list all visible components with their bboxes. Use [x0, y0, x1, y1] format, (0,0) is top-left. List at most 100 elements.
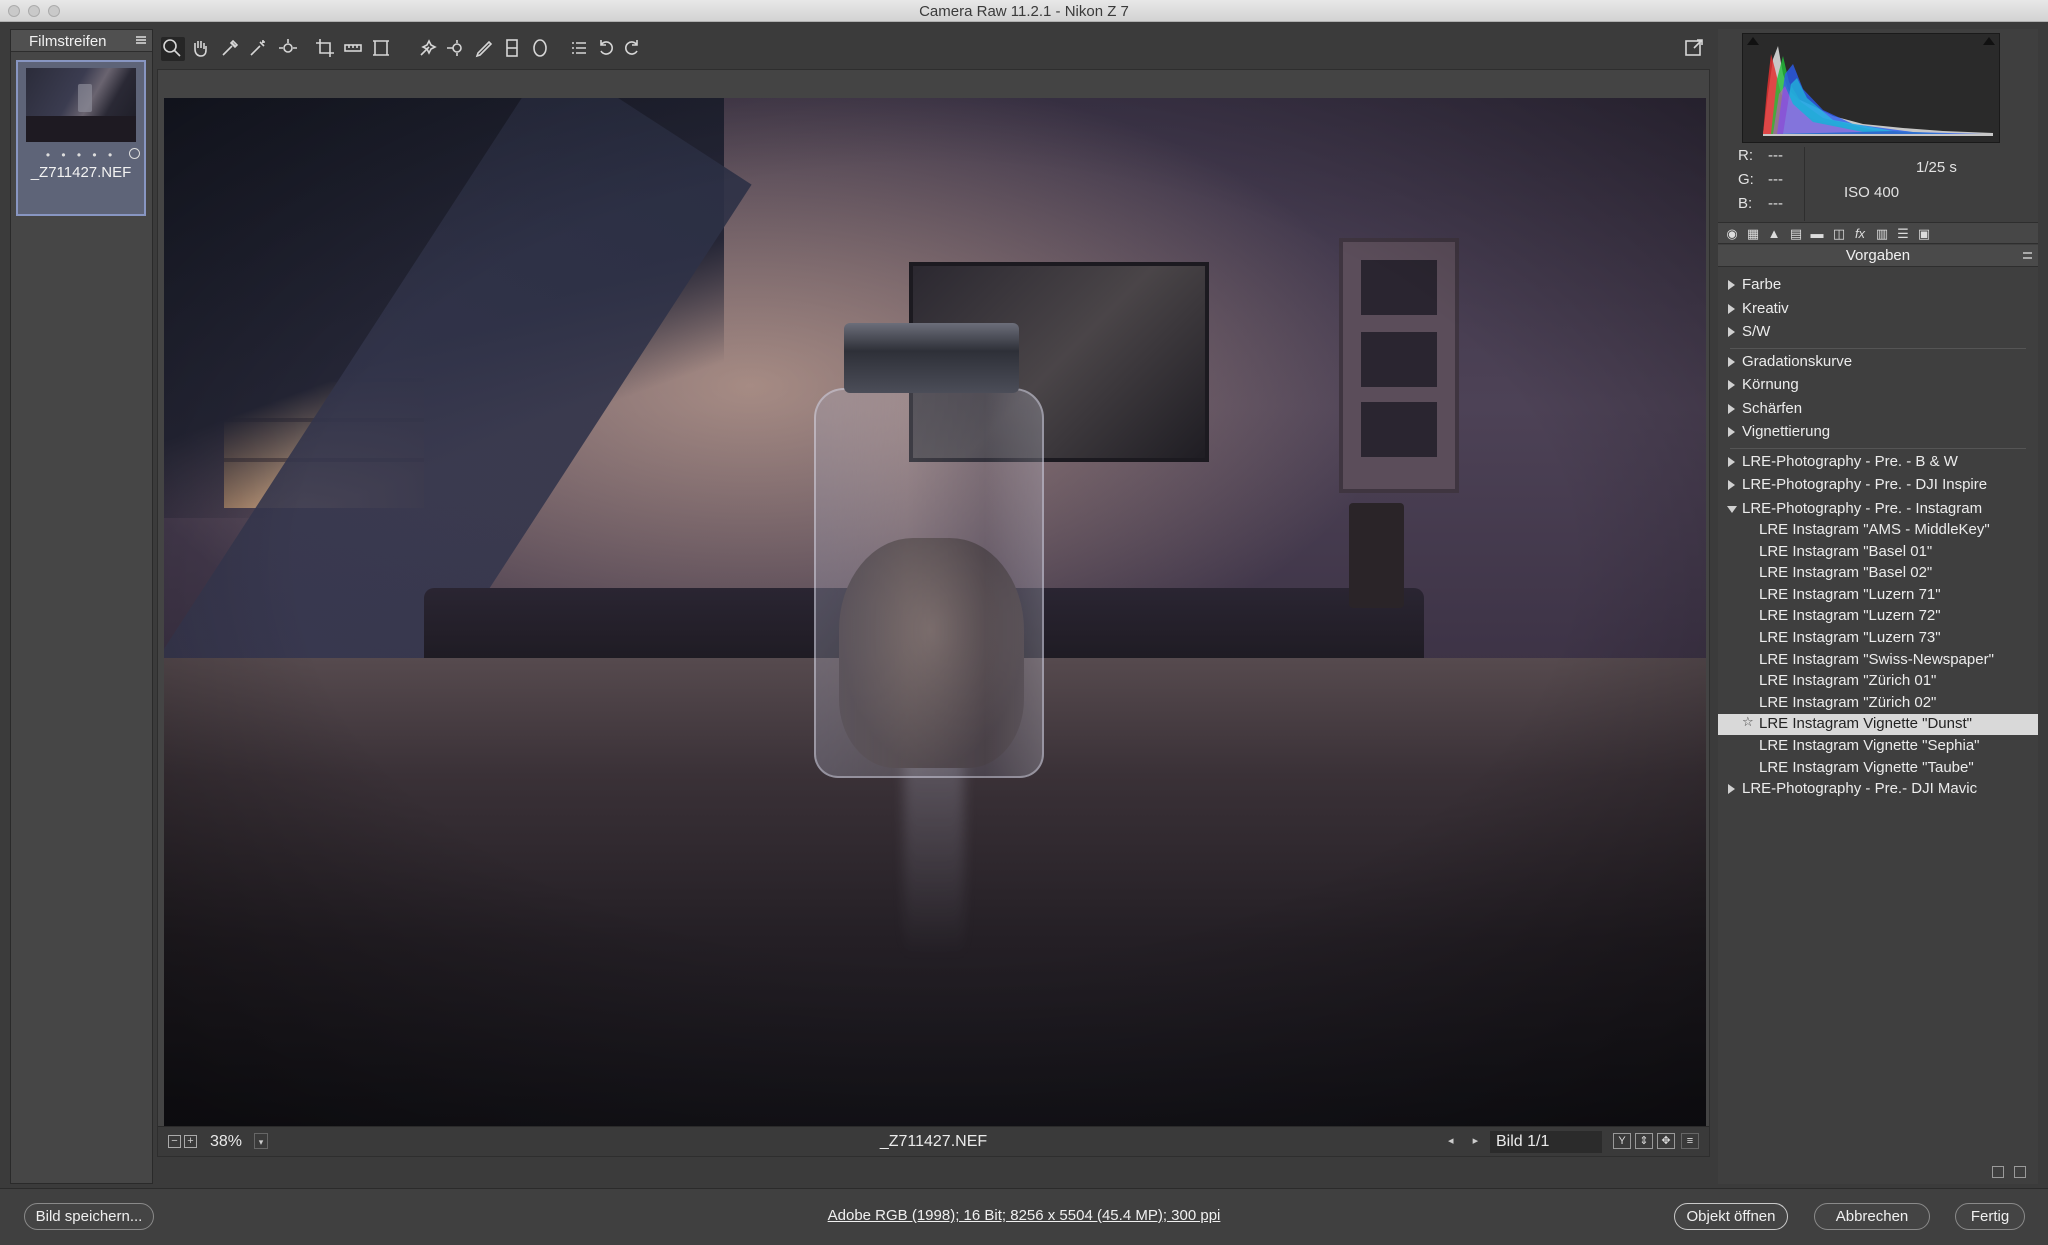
presets-icon[interactable]: ☰: [1895, 226, 1911, 242]
color-sampler-tool-icon[interactable]: [247, 37, 271, 61]
straighten-tool-icon[interactable]: [342, 37, 366, 61]
preferences-icon[interactable]: [567, 37, 591, 61]
preset-label: LRE Instagram "Swiss-Newspaper": [1759, 650, 1994, 668]
zoom-tool-icon[interactable]: [161, 37, 185, 61]
preset-label: LRE Instagram "Luzern 71": [1759, 585, 1941, 603]
preset-label: Farbe: [1742, 276, 1782, 293]
preset-group[interactable]: Vignettierung: [1718, 422, 2038, 443]
preset-item[interactable]: LRE Instagram Vignette "Taube": [1718, 758, 2038, 779]
snapshots-icon[interactable]: ▣: [1916, 226, 1932, 242]
transform-tool-icon[interactable]: [370, 37, 394, 61]
disclosure-closed-icon[interactable]: [1728, 480, 1735, 490]
preview-preferences-icon[interactable]: ≡: [1681, 1133, 1699, 1149]
disclosure-closed-icon[interactable]: [1728, 784, 1735, 795]
zoom-dropdown[interactable]: ▾: [254, 1133, 268, 1149]
filmstrip-item-name: _Z711427.NEF: [30, 164, 132, 181]
photo-preview[interactable]: [164, 98, 1706, 1126]
preset-label: Schärfen: [1742, 399, 1803, 417]
preset-item[interactable]: LRE Instagram "Zürich 01": [1718, 671, 2038, 692]
red-eye-tool-icon[interactable]: [445, 37, 469, 61]
image-navigation-arrows[interactable]: ◂ ▸: [1448, 1134, 1486, 1147]
disclosure-closed-icon[interactable]: [1728, 303, 1735, 314]
disclosure-open-icon[interactable]: [1727, 505, 1737, 513]
cancel-button[interactable]: Abbrechen: [1814, 1203, 1930, 1230]
zoom-in-button[interactable]: +: [184, 1135, 197, 1148]
histogram-graph: [1763, 46, 1993, 136]
lens-icon[interactable]: ◫: [1831, 226, 1847, 242]
preset-group[interactable]: Körnung: [1718, 375, 2038, 396]
tone-curve-icon[interactable]: ▦: [1745, 226, 1761, 242]
preset-label: LRE-Photography - Pre. - B & W: [1742, 452, 1958, 470]
preset-group[interactable]: S/W: [1718, 322, 2038, 343]
disclosure-closed-icon[interactable]: [1728, 403, 1735, 414]
hand-tool-icon[interactable]: [189, 37, 213, 61]
preset-label: LRE Instagram "Basel 01": [1759, 542, 1933, 560]
preset-label: LRE Instagram "Luzern 72": [1759, 607, 1941, 625]
workflow-options-link[interactable]: Adobe RGB (1998); 16 Bit; 8256 x 5504 (4…: [828, 1207, 1221, 1224]
basic-icon[interactable]: ◉: [1724, 226, 1740, 242]
preset-item[interactable]: LRE Instagram "Luzern 73": [1718, 628, 2038, 649]
preset-group[interactable]: LRE-Photography - Pre.- DJI Mavic: [1718, 779, 2038, 800]
filmstrip-title: Filmstreifen: [29, 33, 107, 50]
adjustment-brush-icon[interactable]: [473, 37, 497, 61]
preset-group[interactable]: LRE-Photography - Pre. - Instagram: [1718, 499, 2038, 520]
targeted-adjustment-tool-icon[interactable]: [277, 37, 301, 61]
filmstrip-menu-icon[interactable]: [136, 36, 146, 44]
rotate-right-icon[interactable]: [621, 37, 645, 61]
favorite-star-icon[interactable]: ☆: [1742, 714, 1754, 730]
done-button[interactable]: Fertig: [1955, 1203, 2025, 1230]
preset-item[interactable]: ☆ LRE Instagram Vignette "Dunst": [1718, 714, 2038, 736]
save-image-button[interactable]: Bild speichern...: [24, 1203, 154, 1230]
preset-group[interactable]: Gradationskurve: [1718, 352, 2038, 373]
radial-filter-icon[interactable]: [529, 37, 553, 61]
hsl-icon[interactable]: ▤: [1788, 226, 1804, 242]
fx-icon[interactable]: fx: [1852, 226, 1868, 242]
g-value: ---: [1768, 171, 1783, 188]
detail-icon[interactable]: ▲: [1766, 226, 1782, 242]
white-balance-tool-icon[interactable]: [219, 37, 243, 61]
preset-group[interactable]: LRE-Photography - Pre. - DJI Inspire: [1718, 475, 2038, 496]
disclosure-closed-icon[interactable]: [1728, 280, 1735, 290]
preset-group-divider: [1730, 447, 2026, 449]
image-counter: Bild 1/1: [1490, 1131, 1602, 1153]
preset-group[interactable]: Kreativ: [1718, 299, 2038, 320]
graduated-filter-icon[interactable]: [501, 37, 525, 61]
preset-item[interactable]: LRE Instagram "Luzern 71": [1718, 585, 2038, 606]
preset-item[interactable]: LRE Instagram "Basel 01": [1718, 542, 2038, 563]
preset-item[interactable]: LRE Instagram "AMS - MiddleKey": [1718, 520, 2038, 541]
preset-item[interactable]: LRE Instagram "Zürich 02": [1718, 693, 2038, 714]
swap-settings-button[interactable]: ⇕: [1635, 1133, 1653, 1149]
disclosure-closed-icon[interactable]: [1728, 427, 1735, 437]
preset-group[interactable]: Schärfen: [1718, 399, 2038, 420]
preset-label: Gradationskurve: [1742, 352, 1853, 370]
preset-item[interactable]: LRE Instagram "Luzern 72": [1718, 606, 2038, 627]
filmstrip-item[interactable]: • • • • • _Z711427.NEF: [16, 60, 146, 216]
preset-item[interactable]: LRE Instagram Vignette "Sephia": [1718, 736, 2038, 757]
rotate-left-icon[interactable]: [595, 37, 619, 61]
preset-label: LRE Instagram Vignette "Taube": [1759, 758, 1974, 776]
disclosure-closed-icon[interactable]: [1728, 456, 1735, 467]
split-toning-icon[interactable]: ▬: [1809, 226, 1825, 242]
panel-menu-icon[interactable]: [2023, 252, 2032, 259]
spot-removal-tool-icon[interactable]: [417, 37, 441, 61]
calibration-icon[interactable]: ▥: [1874, 226, 1890, 242]
copy-settings-button[interactable]: ✥: [1657, 1133, 1675, 1149]
disclosure-closed-icon[interactable]: [1728, 356, 1735, 367]
preset-item[interactable]: LRE Instagram "Swiss-Newspaper": [1718, 650, 2038, 671]
preset-group[interactable]: Farbe: [1718, 275, 2038, 296]
disclosure-closed-icon[interactable]: [1728, 380, 1735, 390]
g-label: G:: [1738, 171, 1754, 188]
disclosure-closed-icon[interactable]: [1728, 327, 1735, 337]
preset-group[interactable]: LRE-Photography - Pre. - B & W: [1718, 452, 2038, 473]
before-after-toggle[interactable]: Y: [1613, 1133, 1631, 1149]
new-preset-icon[interactable]: [1992, 1166, 2004, 1178]
open-object-button[interactable]: Objekt öffnen: [1674, 1203, 1788, 1230]
delete-preset-icon[interactable]: [2014, 1166, 2026, 1178]
rating-dots[interactable]: • • • • •: [18, 148, 144, 162]
edited-badge-icon: [129, 148, 140, 159]
crop-tool-icon[interactable]: [314, 37, 338, 61]
zoom-out-button[interactable]: −: [168, 1135, 181, 1148]
filmstrip-thumbnail: [26, 68, 136, 142]
fullscreen-toggle-icon[interactable]: [1683, 37, 1707, 61]
preset-item[interactable]: LRE Instagram "Basel 02": [1718, 563, 2038, 584]
